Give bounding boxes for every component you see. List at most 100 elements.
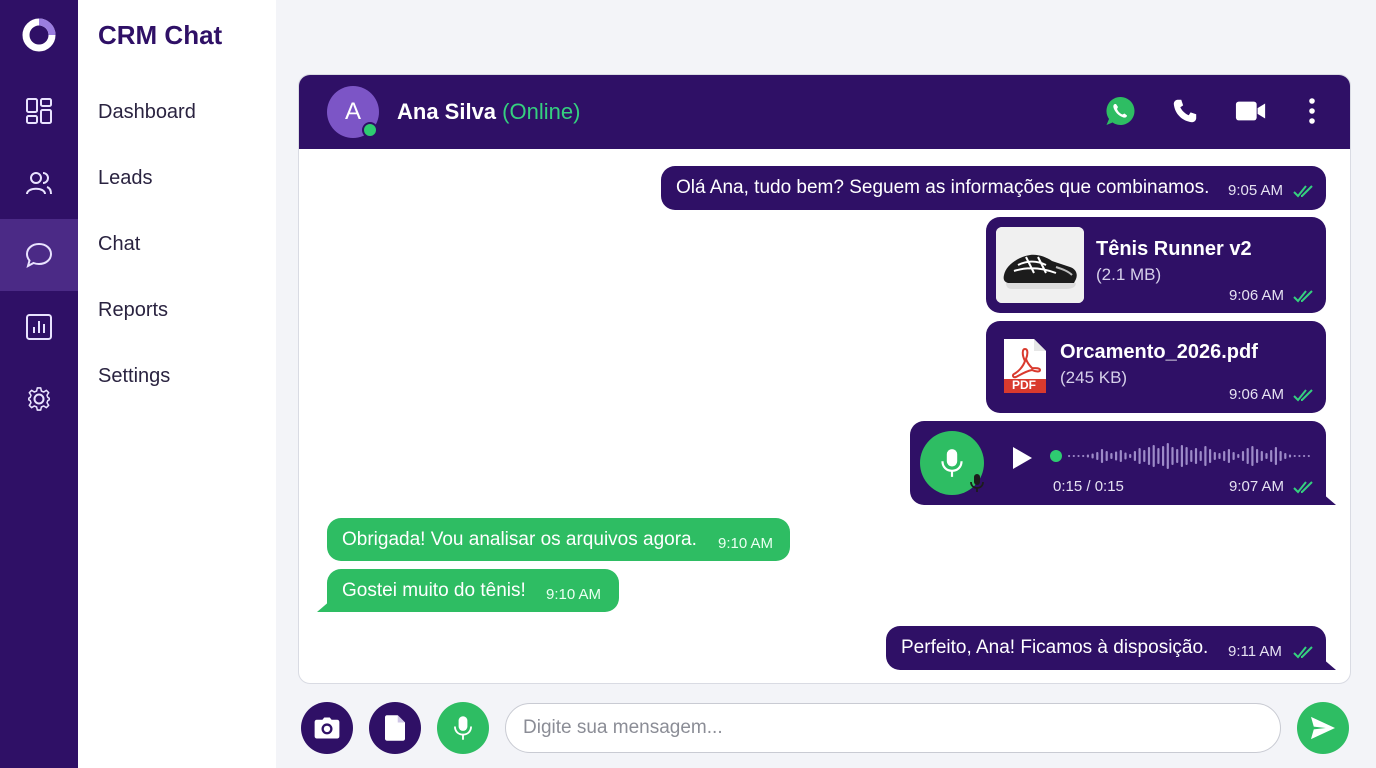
contact-name-line: Ana Silva (Online): [397, 99, 580, 125]
logo-icon[interactable]: [21, 17, 57, 53]
waveform-bar: [1194, 448, 1198, 464]
waveform-bar: [1227, 449, 1230, 463]
phone-icon[interactable]: [1167, 93, 1203, 129]
whatsapp-icon[interactable]: [1102, 93, 1138, 129]
waveform-bar: [1279, 451, 1282, 461]
waveform-bar: [1091, 453, 1094, 459]
nav-panel: CRM Chat Dashboard Leads Chat Reports Se…: [78, 0, 276, 768]
message-input[interactable]: [505, 703, 1281, 753]
shoe-thumbnail[interactable]: [996, 227, 1084, 303]
leads-icon: [26, 172, 52, 195]
waveform-bar: [1274, 447, 1277, 465]
message-image-file[interactable]: Tênis Runner v2 (2.1 MB) 9:06 AM: [986, 217, 1326, 313]
waveform-bar: [1096, 452, 1099, 460]
nav-item-reports[interactable]: Reports: [98, 299, 168, 322]
more-icon[interactable]: [1294, 93, 1330, 129]
chat-window: A Ana Silva (Online) Olá Ana, tudo bem? …: [298, 74, 1351, 684]
waveform-bar: [1199, 451, 1202, 461]
message-text: Olá Ana, tudo bem? Seguem as informações…: [676, 177, 1210, 198]
video-icon[interactable]: [1233, 93, 1269, 129]
waveform-bar: [1105, 451, 1108, 461]
read-ticks-icon: [1293, 646, 1313, 659]
waveform-bar: [1204, 446, 1207, 466]
dashboard-icon: [26, 98, 52, 124]
waveform-bar: [1190, 450, 1193, 462]
rail-leads[interactable]: [0, 147, 78, 219]
message-outgoing[interactable]: Perfeito, Ana! Ficamos à disposição. 9:1…: [886, 626, 1326, 670]
waveform-bar: [1176, 449, 1179, 463]
waveform-bar: [1185, 447, 1188, 465]
waveform-bar: [1270, 450, 1273, 462]
chat-icon: [25, 242, 53, 269]
message-time: 9:10 AM: [546, 586, 602, 603]
waveform-bar: [1068, 455, 1071, 457]
waveform-bar: [1077, 455, 1080, 457]
nav-item-dashboard[interactable]: Dashboard: [98, 101, 196, 124]
voice-duration: 0:15 / 0:15: [1053, 478, 1124, 495]
waveform-bar: [1251, 446, 1254, 466]
reports-icon: [26, 314, 52, 340]
online-indicator: [362, 122, 378, 138]
waveform-bar: [1265, 453, 1268, 459]
rail-settings[interactable]: [0, 363, 78, 435]
message-text: Obrigada! Vou analisar os arquivos agora…: [342, 529, 697, 550]
file-size: (245 KB): [1060, 368, 1128, 387]
settings-icon: [28, 387, 50, 411]
waveform-bar: [1115, 451, 1118, 461]
icon-rail: [0, 0, 78, 768]
waveform-bar: [1086, 454, 1089, 458]
waveform-bar: [1260, 451, 1263, 461]
waveform-bar: [1157, 448, 1160, 464]
file-size: (2.1 MB): [1096, 265, 1162, 284]
waveform-bar: [1138, 448, 1141, 464]
file-name: Tênis Runner v2: [1096, 238, 1252, 260]
message-incoming[interactable]: Gostei muito do tênis! 9:10 AM: [327, 569, 619, 612]
waveform-bar: [1124, 452, 1127, 460]
message-time: 9:06 AM: [1229, 287, 1285, 304]
bubble-tail: [317, 600, 331, 612]
nav-item-settings[interactable]: Settings: [98, 365, 170, 388]
waveform-bar: [1133, 451, 1136, 461]
camera-button[interactable]: [301, 702, 353, 754]
message-text: Gostei muito do tênis!: [342, 580, 526, 601]
rail-chat[interactable]: [0, 219, 78, 291]
mic-button[interactable]: [437, 702, 489, 754]
rail-reports[interactable]: [0, 291, 78, 363]
message-time: 9:05 AM: [1228, 182, 1284, 199]
message-pdf-file[interactable]: PDF Orcamento_2026.pdf (245 KB) 9:06 AM: [986, 321, 1326, 413]
waveform-bar: [1303, 455, 1306, 457]
pdf-icon[interactable]: PDF: [1002, 337, 1048, 395]
pdf-badge: PDF: [1012, 378, 1036, 392]
send-icon: [1311, 716, 1335, 740]
rail-dashboard[interactable]: [0, 75, 78, 147]
bubble-tail: [1322, 493, 1336, 505]
send-button[interactable]: [1297, 702, 1349, 754]
waveform-bar: [1209, 449, 1212, 463]
contact-name: Ana Silva: [397, 99, 497, 124]
waveform-bar: [1110, 453, 1113, 459]
waveform-bar: [1166, 443, 1169, 469]
chat-header: A Ana Silva (Online): [299, 75, 1350, 149]
waveform-bar: [1237, 454, 1240, 458]
waveform-bar: [1241, 451, 1245, 461]
waveform[interactable]: [1050, 439, 1312, 473]
file-button[interactable]: [369, 702, 421, 754]
nav-item-leads[interactable]: Leads: [98, 167, 153, 190]
waveform-bar: [1147, 447, 1151, 465]
waveform-bar: [1100, 449, 1104, 463]
camera-icon: [314, 717, 340, 739]
waveform-bar: [1180, 445, 1183, 467]
waveform-bar: [1082, 455, 1085, 457]
play-icon[interactable]: [1010, 445, 1034, 471]
waveform-bar: [1288, 454, 1292, 458]
playhead-dot[interactable]: [1050, 450, 1062, 462]
brand-title: CRM Chat: [98, 20, 223, 50]
message-outgoing[interactable]: Olá Ana, tudo bem? Seguem as informações…: [661, 166, 1326, 210]
message-time: 9:10 AM: [718, 535, 774, 552]
file-icon: [385, 715, 405, 741]
message-time: 9:07 AM: [1229, 478, 1285, 495]
nav-item-chat[interactable]: Chat: [98, 233, 140, 256]
read-ticks-icon: [1293, 481, 1313, 494]
message-incoming[interactable]: Obrigada! Vou analisar os arquivos agora…: [327, 518, 790, 561]
message-voice[interactable]: 0:15 / 0:15 9:07 AM: [910, 421, 1326, 505]
